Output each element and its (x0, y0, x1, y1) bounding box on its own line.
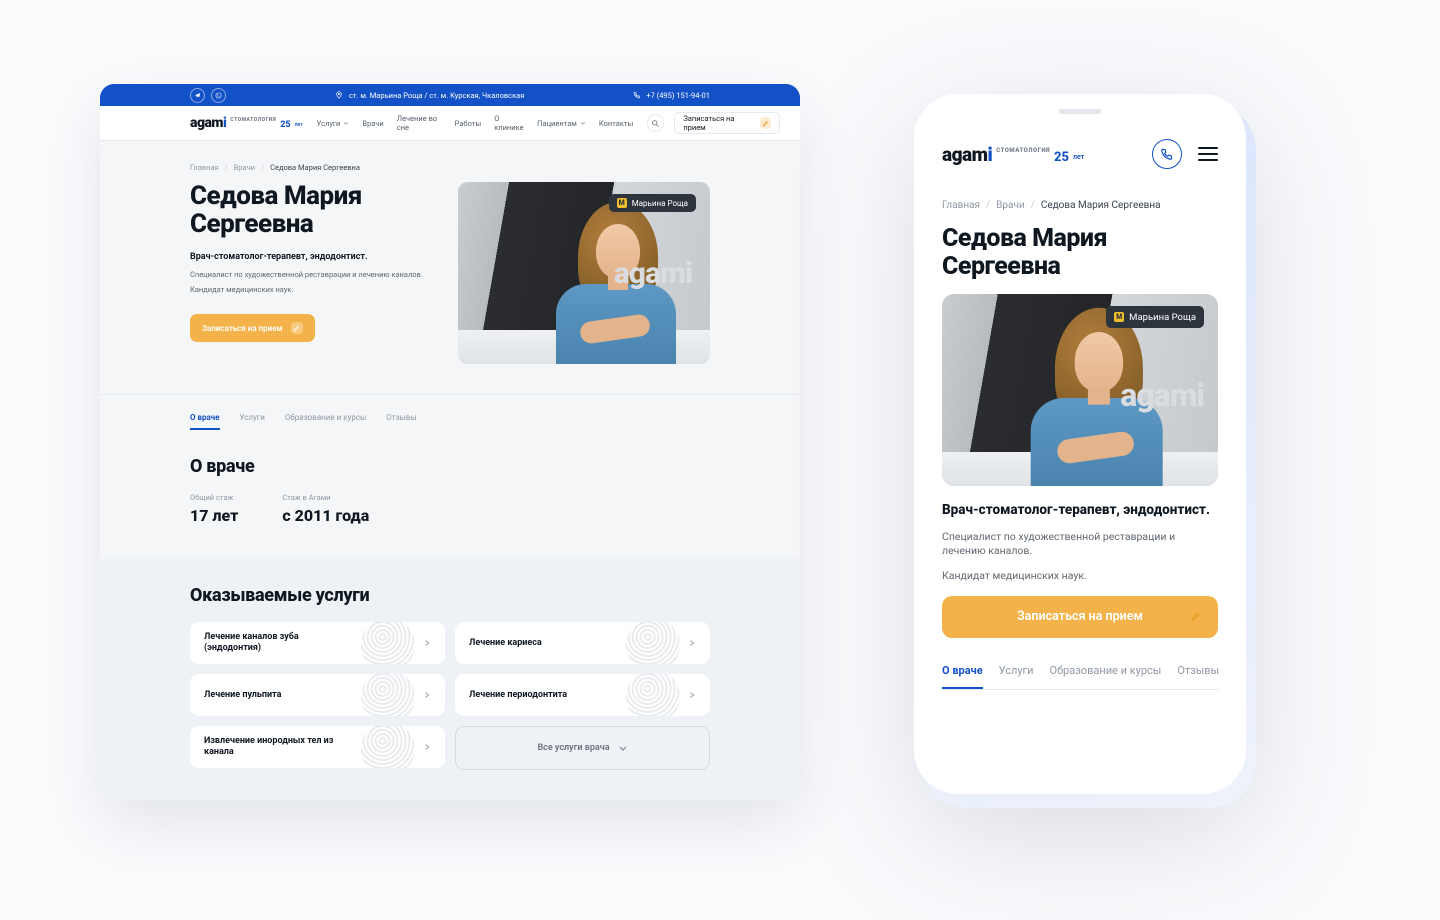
stat-exp-value: 17 лет (190, 506, 238, 525)
stat-since-value: с 2011 года (282, 506, 369, 525)
tab-reviews[interactable]: Отзывы (1177, 664, 1219, 689)
page-title: Седова Мария Сергеевна (942, 225, 1218, 280)
breadcrumb: Главная/ Врачи/ Седова Мария Сергеевна (942, 200, 1218, 211)
search-button[interactable] (647, 114, 664, 132)
crumb-home[interactable]: Главная (190, 163, 219, 172)
service-card[interactable]: Лечение периодонтита (455, 674, 710, 716)
location-badge: М Марьина Роща (1106, 306, 1204, 328)
phone-icon (1160, 147, 1174, 161)
edit-icon (291, 322, 303, 334)
crumb-home[interactable]: Главная (942, 200, 980, 211)
chevron-down-icon (343, 120, 349, 126)
tab-education[interactable]: Образование и курсы (285, 413, 366, 430)
tab-education[interactable]: Образование и курсы (1050, 664, 1162, 689)
services-heading: Оказываемые услуги (190, 585, 710, 606)
page-title: Седова Мария Сергеевна (190, 182, 430, 238)
profile-tabs: О враче Услуги Образование и курсы Отзыв… (942, 664, 1218, 690)
service-card[interactable]: Лечение пульпита (190, 674, 445, 716)
crumb-current: Седова Мария Сергеевна (270, 163, 360, 172)
menu-button[interactable] (1198, 147, 1218, 162)
doctor-role: Врач-стоматолог-терапевт, эндодонтист. (942, 502, 1218, 520)
pin-icon (335, 91, 343, 99)
desktop-preview: ст. м. Марьина Роща / ст. м. Курская, Чк… (100, 84, 800, 800)
tab-about[interactable]: О враче (942, 664, 983, 689)
search-icon (651, 119, 660, 128)
chevron-right-icon (423, 639, 431, 647)
signup-button[interactable]: Записаться на прием (674, 112, 780, 134)
tab-about[interactable]: О враче (190, 413, 220, 430)
whatsapp-icon[interactable] (211, 88, 226, 103)
service-card[interactable]: Извлечение инородных тел из канала (190, 726, 445, 768)
doctor-photo: М Марьина Роща (942, 294, 1218, 486)
tab-services[interactable]: Услуги (240, 413, 265, 430)
edit-icon (760, 117, 771, 129)
chevron-right-icon (688, 639, 696, 647)
breadcrumb: Главная/ Врачи/ Седова Мария Сергеевна (190, 163, 710, 172)
hero-cta-button[interactable]: Записаться на прием (190, 314, 315, 342)
chevron-right-icon (423, 691, 431, 699)
topbar-phone[interactable]: +7 (495) 151-94-01 (646, 91, 710, 100)
crumb-doctors[interactable]: Врачи (234, 163, 255, 172)
service-card[interactable]: Лечение кариеса (455, 622, 710, 664)
main-header: agami СТОМАТОЛОГИЯ 25 лет Услуги Врачи Л… (100, 106, 800, 141)
doctor-stats: Общий стаж 17 лет Стаж в Агами с 2011 го… (190, 493, 710, 525)
chevron-right-icon (423, 743, 431, 751)
chevron-right-icon (688, 691, 696, 699)
tab-services[interactable]: Услуги (999, 664, 1034, 689)
doctor-photo: М Марьина Роща (458, 182, 710, 364)
doctor-role: Врач-стоматолог-терапевт, эндодонтист. (190, 252, 430, 262)
stat-since-label: Стаж в Агами (282, 493, 369, 502)
nav-contacts[interactable]: Контакты (599, 114, 633, 132)
topbar-location[interactable]: ст. м. Марьина Роща / ст. м. Курская, Чк… (349, 91, 524, 100)
location-badge: М Марьина Роща (609, 194, 696, 212)
nav-works[interactable]: Работы (455, 114, 482, 132)
doctor-desc-1: Специалист по художественной реставрации… (190, 270, 430, 279)
all-services-button[interactable]: Все услуги врача (455, 726, 710, 770)
profile-tabs: О враче Услуги Образование и курсы Отзыв… (190, 413, 710, 430)
nav-doctors[interactable]: Врачи (362, 114, 383, 132)
metro-icon: М (1114, 312, 1124, 322)
doctor-desc-2: Кандидат медицинских наук. (942, 569, 1218, 584)
phone-icon (633, 91, 641, 99)
telegram-icon[interactable] (190, 88, 205, 103)
divider (100, 394, 800, 395)
brand-logo[interactable]: agami СТОМАТОЛОГИЯ 25 лет (190, 115, 303, 131)
hero-cta-button[interactable]: Записаться на прием (942, 596, 1218, 638)
nav-about[interactable]: О клинике (494, 114, 524, 132)
tab-reviews[interactable]: Отзывы (386, 413, 416, 430)
nav-sleep[interactable]: Лечение во сне (397, 114, 442, 132)
service-card[interactable]: Лечение каналов зуба (эндодонтия) (190, 622, 445, 664)
mobile-preview: agami СТОМАТОЛОГИЯ 25 лет Главная/ (914, 94, 1246, 794)
edit-icon (1184, 606, 1206, 628)
crumb-current: Седова Мария Сергеевна (1041, 200, 1161, 211)
crumb-doctors[interactable]: Врачи (996, 200, 1025, 211)
signup-label: Записаться на прием (683, 114, 753, 132)
about-heading: О враче (190, 456, 710, 477)
metro-icon: М (617, 198, 627, 208)
main-nav: Услуги Врачи Лечение во сне Работы О кли… (317, 114, 634, 132)
nav-services[interactable]: Услуги (317, 114, 350, 132)
stat-exp-label: Общий стаж (190, 493, 238, 502)
top-bar: ст. м. Марьина Роща / ст. м. Курская, Чк… (100, 84, 800, 106)
call-button[interactable] (1152, 139, 1182, 169)
brand-logo[interactable]: agami СТОМАТОЛОГИЯ 25 лет (942, 143, 1084, 166)
cta-label: Записаться на прием (202, 324, 283, 333)
chevron-down-icon (618, 743, 628, 753)
chevron-down-icon (580, 120, 586, 126)
nav-patients[interactable]: Пациентам (537, 114, 586, 132)
phone-notch (1020, 102, 1140, 122)
doctor-desc-1: Специалист по художественной реставрации… (942, 530, 1218, 559)
doctor-desc-2: Кандидат медицинских наук. (190, 285, 430, 294)
cta-label: Записаться на прием (1017, 609, 1143, 624)
